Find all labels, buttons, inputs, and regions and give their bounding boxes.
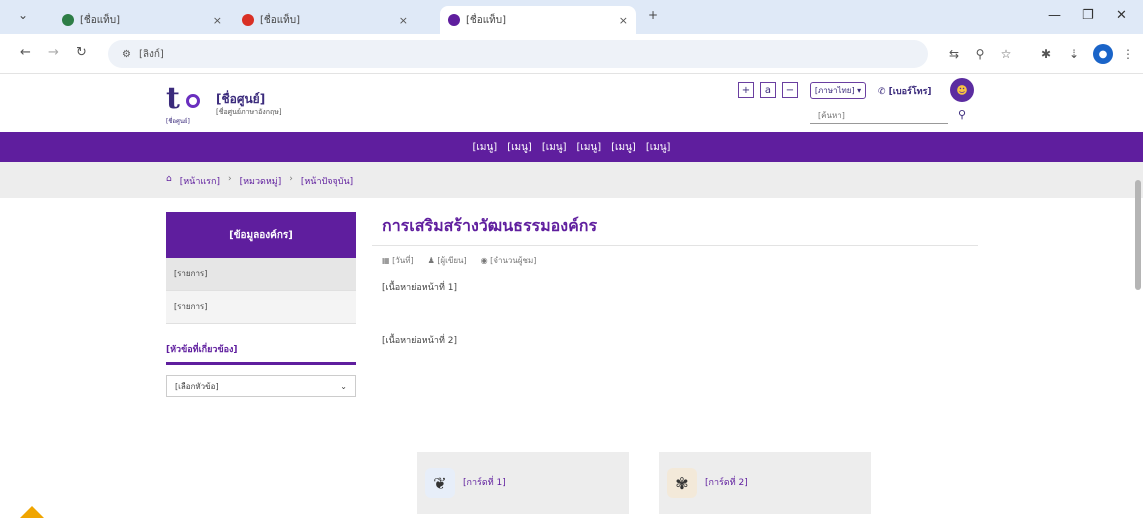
logo-letter: t xyxy=(166,81,180,116)
back-icon[interactable]: ← xyxy=(20,45,31,60)
tab-close-icon[interactable]: × xyxy=(213,14,222,27)
browser-tab-bar: ⌄ [ชื่อแท็บ] × [ชื่อแท็บ] × [ชื่อแท็บ] ×… xyxy=(0,0,1143,34)
sidebar: [ข้อมูลองค์กร] [รายการ] [รายการ] [หัวข้อ… xyxy=(166,212,356,397)
nav-item[interactable]: [เมนู] xyxy=(577,140,602,155)
logo-ring-icon xyxy=(186,94,200,108)
scrollbar-thumb[interactable] xyxy=(1135,180,1141,290)
nav-item[interactable]: [เมนู] xyxy=(507,140,532,155)
breadcrumb-item[interactable]: [หมวดหมู่] xyxy=(240,174,282,188)
gear-people-icon: ✾ xyxy=(667,468,697,498)
back-to-top-icon[interactable] xyxy=(20,500,44,518)
sidebar-item-2[interactable]: [รายการ] xyxy=(166,291,356,324)
date-meta: ▦ [วันที่] xyxy=(382,254,414,267)
site-subtitle: [ชื่อศูนย์ภาษาอังกฤษ] xyxy=(216,108,282,116)
related-cards: ❦ [การ์ดที่ 1] ✾ [การ์ดที่ 2] xyxy=(417,452,871,514)
main-nav: [เมนู] [เมนู] [เมนู] [เมนู] [เมนู] [เมนู… xyxy=(0,132,1143,162)
tab-title: [ชื่อแท็บ] xyxy=(260,14,300,26)
author-meta: ♟ [ผู้เขียน] xyxy=(428,254,467,267)
browser-tab[interactable]: [ชื่อแท็บ] × xyxy=(234,6,416,34)
article-title: การเสริมสร้างวัฒนธรรมองค์กร xyxy=(372,208,978,246)
favicon-icon xyxy=(62,14,74,26)
tab-title: [ชื่อแท็บ] xyxy=(80,14,120,26)
minimize-button[interactable]: — xyxy=(1048,8,1061,23)
menu-icon[interactable]: ⋮ xyxy=(1118,44,1138,64)
address-bar[interactable]: ⚙ [ลิงก์] xyxy=(108,40,928,68)
nav-item[interactable]: [เมนู] xyxy=(646,140,671,155)
zoom-icon[interactable]: ⚲ xyxy=(970,44,990,64)
people-tree-icon: ❦ xyxy=(425,468,455,498)
translate-icon[interactable]: ⇆ xyxy=(944,44,964,64)
font-reset-button[interactable]: a xyxy=(760,82,776,98)
nav-item[interactable]: [เมนู] xyxy=(473,140,498,155)
tab-title: [ชื่อแท็บ] xyxy=(466,14,506,26)
site-logo[interactable]: t [ชื่อศูนย์] xyxy=(166,81,202,125)
home-icon[interactable]: ⌂ xyxy=(166,174,172,188)
site-search-input[interactable] xyxy=(810,108,948,124)
close-window-button[interactable]: ✕ xyxy=(1116,8,1127,23)
profile-avatar[interactable]: ● xyxy=(1093,44,1113,64)
tab-close-icon[interactable]: × xyxy=(619,14,628,27)
card-label: [การ์ดที่ 2] xyxy=(705,477,748,488)
browser-tab-active[interactable]: [ชื่อแท็บ] × xyxy=(440,6,636,34)
views-meta: ◉ [จำนวนผู้ชม] xyxy=(481,254,537,267)
breadcrumb: ⌂ [หน้าแรก] › [หมวดหมู่] › [หน้าปัจจุบัน… xyxy=(166,174,353,188)
sidebar-item-1[interactable]: [รายการ] xyxy=(166,258,356,291)
nav-item[interactable]: [เมนู] xyxy=(542,140,567,155)
nav-item[interactable]: [เมนู] xyxy=(611,140,636,155)
font-decrease-button[interactable]: − xyxy=(782,82,798,98)
new-tab-button[interactable]: + xyxy=(648,8,658,22)
browser-tab[interactable]: [ชื่อแท็บ] × xyxy=(54,6,230,34)
sidebar-heading: [ข้อมูลองค์กร] xyxy=(166,212,356,258)
article-date: [วันที่] xyxy=(392,256,414,265)
article-meta: ▦ [วันที่] ♟ [ผู้เขียน] ◉ [จำนวนผู้ชม] xyxy=(372,246,978,275)
article-paragraph: [เนื้อหาย่อหน้าที่ 1] xyxy=(382,283,457,293)
downloads-icon[interactable]: ⇣ xyxy=(1064,44,1084,64)
search-icon[interactable]: ⚲ xyxy=(958,108,966,121)
calendar-icon: ▦ xyxy=(382,256,393,265)
language-select[interactable]: [ภาษาไทย] ▾ xyxy=(810,82,866,99)
site-info-icon[interactable]: ⚙ xyxy=(122,49,131,60)
accessibility-icon[interactable]: ☻ xyxy=(950,78,974,102)
article: การเสริมสร้างวัฒนธรรมองค์กร ▦ [วันที่] ♟… xyxy=(372,208,978,514)
related-topics-label: [หัวข้อที่เกี่ยวข้อง] xyxy=(166,342,356,365)
chevron-down-icon: ⌄ xyxy=(340,381,347,391)
maximize-button[interactable]: ❐ xyxy=(1082,8,1094,23)
url-text: [ลิงก์] xyxy=(138,48,164,60)
bookmark-icon[interactable]: ☆ xyxy=(996,44,1016,64)
select-value: [เลือกหัวข้อ] xyxy=(175,381,219,391)
breadcrumb-item[interactable]: [หน้าแรก] xyxy=(180,174,220,188)
card-label: [การ์ดที่ 1] xyxy=(463,477,506,488)
eye-icon: ◉ xyxy=(480,256,491,265)
font-increase-button[interactable]: + xyxy=(738,82,754,98)
logo-caption: [ชื่อศูนย์] xyxy=(166,118,190,125)
browser-toolbar: ← → ↻ ⚙ [ลิงก์] ⇆ ⚲ ☆ ✱ ⇣ ● ⋮ xyxy=(0,34,1143,74)
tab-close-icon[interactable]: × xyxy=(399,14,408,27)
related-topics-select[interactable]: [เลือกหัวข้อ] ⌄ xyxy=(166,375,356,397)
related-card[interactable]: ✾ [การ์ดที่ 2] xyxy=(659,452,871,514)
breadcrumb-bar: ⌂ [หน้าแรก] › [หมวดหมู่] › [หน้าปัจจุบัน… xyxy=(0,162,1143,198)
tab-search-button[interactable]: ⌄ xyxy=(18,8,28,22)
forward-icon[interactable]: → xyxy=(48,45,59,60)
article-paragraph: [เนื้อหาย่อหน้าที่ 2] xyxy=(382,336,457,346)
favicon-icon xyxy=(242,14,254,26)
hotline-link[interactable]: ✆ [เบอร์โทร] xyxy=(878,84,932,98)
related-card[interactable]: ❦ [การ์ดที่ 1] xyxy=(417,452,629,514)
article-views: [จำนวนผู้ชม] xyxy=(490,256,537,265)
breadcrumb-separator: › xyxy=(227,174,232,184)
extensions-icon[interactable]: ✱ xyxy=(1036,44,1056,64)
site-header: t [ชื่อศูนย์] [ชื่อศูนย์] [ชื่อศูนย์ภาษา… xyxy=(0,74,1143,132)
article-author: [ผู้เขียน] xyxy=(437,256,467,265)
reload-icon[interactable]: ↻ xyxy=(76,45,87,60)
favicon-icon xyxy=(448,14,460,26)
breadcrumb-current: [หน้าปัจจุบัน] xyxy=(300,177,354,187)
breadcrumb-separator: › xyxy=(289,174,293,184)
user-icon: ♟ xyxy=(427,256,438,265)
